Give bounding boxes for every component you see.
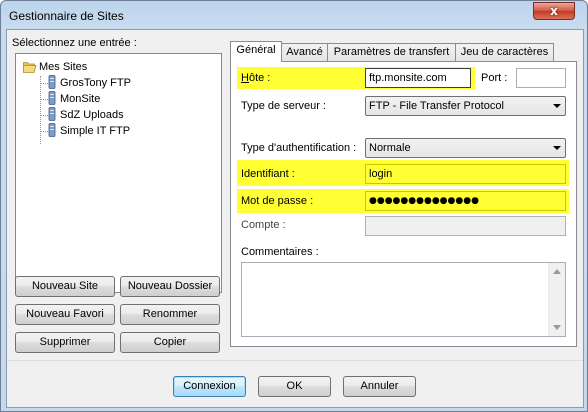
tree-connector (40, 99, 48, 100)
general-tab-panel: Hôte : ftp.monsite.com Port : Type de se… (230, 61, 577, 347)
comments-label: Commentaires : (241, 246, 319, 258)
title-bar[interactable]: Gestionnaire de Sites x (1, 1, 587, 31)
cancel-button[interactable]: Annuler (343, 376, 416, 397)
comments-textarea[interactable] (241, 262, 566, 337)
tree-item-label: GrosTony FTP (60, 77, 131, 89)
close-icon: x (550, 4, 558, 18)
tree-connector (40, 83, 48, 84)
sites-tree[interactable]: Mes Sites GrosTony FTP MonSite SdZ Uploa… (15, 53, 222, 293)
account-input[interactable] (365, 216, 566, 236)
server-icon (48, 107, 56, 121)
port-input[interactable] (516, 68, 566, 88)
password-label: Mot de passe : (241, 195, 314, 207)
rename-button[interactable]: Renommer (120, 304, 220, 325)
scroll-down-icon[interactable] (549, 319, 565, 336)
server-icon (48, 123, 56, 137)
account-label: Compte : (241, 219, 286, 231)
auth-type-select[interactable]: Normale (365, 138, 566, 158)
tree-item-label: MonSite (60, 93, 101, 105)
new-folder-button[interactable]: Nouveau Dossier (120, 276, 220, 297)
new-favorite-button[interactable]: Nouveau Favori (15, 304, 115, 325)
copy-button[interactable]: Copier (120, 332, 220, 353)
comments-scrollbar[interactable] (548, 263, 565, 336)
host-label: Hôte : (241, 72, 271, 84)
chevron-down-icon (553, 146, 561, 150)
tab-transfer-settings[interactable]: Paramètres de transfert (327, 43, 456, 62)
dialog-client-area: Sélectionnez une entrée : Mes Sites Gros… (6, 29, 584, 408)
server-icon (48, 91, 56, 105)
tree-item-label: SdZ Uploads (60, 109, 124, 121)
tab-general[interactable]: Général (230, 41, 282, 62)
server-type-select[interactable]: FTP - File Transfer Protocol (365, 96, 566, 116)
new-site-button[interactable]: Nouveau Site (15, 276, 115, 297)
select-entry-label: Sélectionnez une entrée : (12, 37, 137, 49)
tree-root-label: Mes Sites (39, 61, 88, 73)
host-label-text: ôte : (248, 72, 271, 84)
tree-connector (40, 131, 48, 132)
tab-charset[interactable]: Jeu de caractères (455, 43, 554, 62)
tree-connector (40, 76, 41, 144)
delete-button[interactable]: Supprimer (15, 332, 115, 353)
auth-type-label: Type d'authentification : (241, 142, 357, 154)
close-button[interactable]: x (533, 2, 575, 20)
open-folder-icon (23, 62, 37, 73)
tab-advanced[interactable]: Avancé (281, 43, 328, 62)
port-label: Port : (481, 72, 508, 84)
ok-button[interactable]: OK (258, 376, 331, 397)
window-title: Gestionnaire de Sites (9, 9, 124, 23)
footer-separator (7, 360, 583, 361)
server-type-value: FTP - File Transfer Protocol (369, 100, 504, 112)
tree-connector (40, 115, 48, 116)
password-input[interactable]: ●●●●●●●●●●●●●● (365, 191, 566, 211)
scroll-up-icon[interactable] (549, 263, 565, 280)
tree-item-label: Simple IT FTP (60, 125, 131, 137)
server-icon (48, 75, 56, 89)
user-input[interactable]: login (365, 164, 566, 184)
auth-type-value: Normale (369, 142, 411, 154)
connect-button[interactable]: Connexion (173, 376, 246, 397)
chevron-down-icon (553, 104, 561, 108)
user-label: Identifiant : (241, 168, 295, 180)
host-input[interactable]: ftp.monsite.com (365, 68, 471, 88)
server-type-label: Type de serveur : (241, 100, 326, 112)
site-manager-window: Gestionnaire de Sites x Sélectionnez une… (0, 0, 588, 412)
